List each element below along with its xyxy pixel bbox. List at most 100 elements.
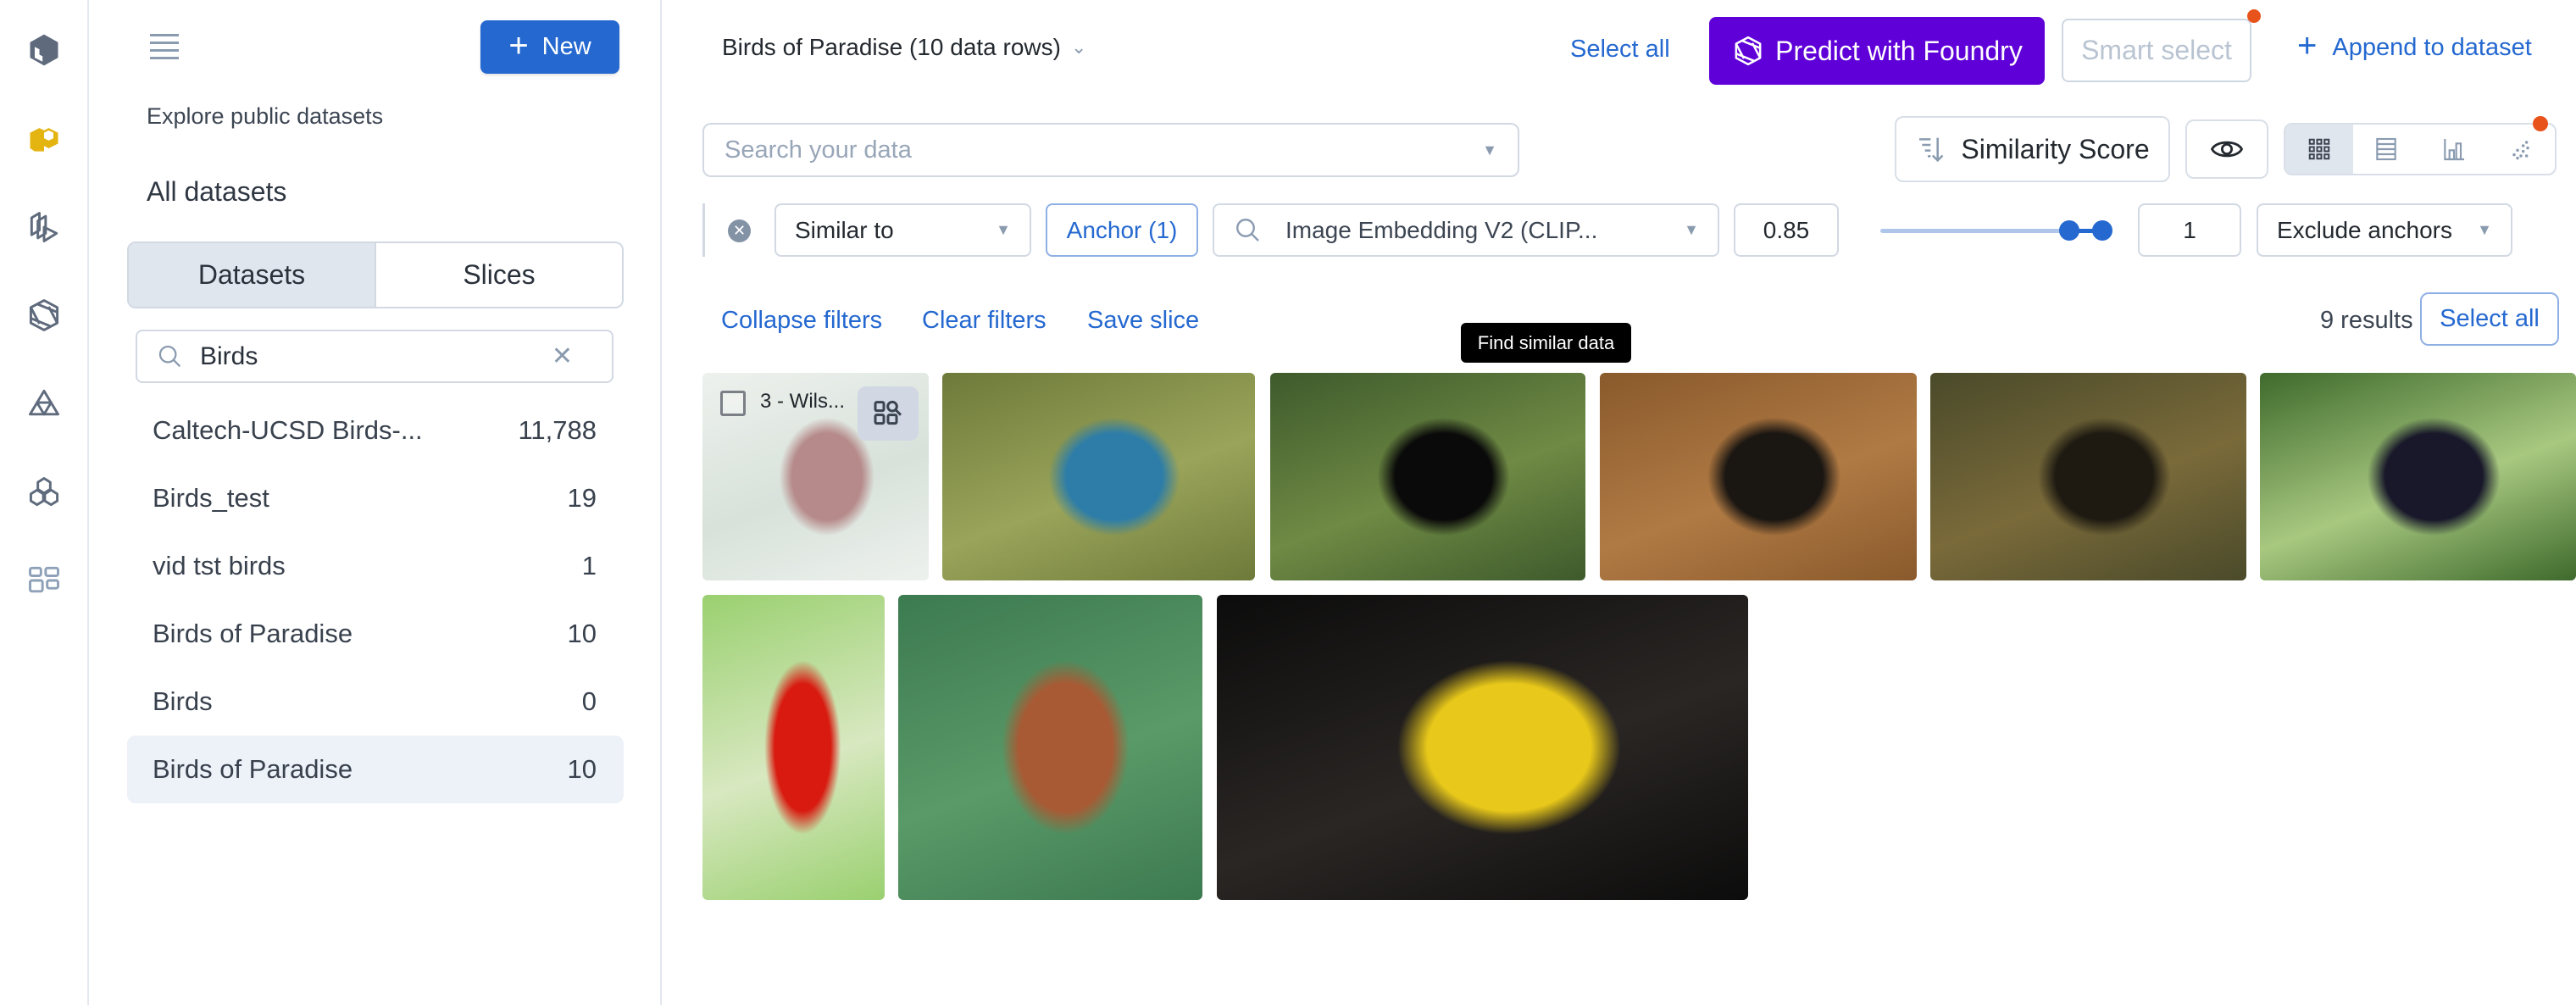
tab-datasets[interactable]: Datasets [129,243,376,307]
dataset-name: Caltech-UCSD Birds-... [153,415,423,445]
dataset-item[interactable]: Birds_test 19 [127,464,624,532]
select-checkbox[interactable] [720,391,746,416]
smart-select-button[interactable]: Smart select [2062,19,2251,82]
foundry-icon[interactable] [22,293,66,337]
similarity-filter-row: ✕ Similar to ▼ Anchor (1) Image Embeddin… [702,203,2567,257]
append-to-dataset-button[interactable]: + Append to dataset [2297,29,2532,63]
list-view-button[interactable] [2353,125,2421,174]
bird-image [702,595,885,900]
image-card[interactable] [1217,595,1748,900]
data-search[interactable]: ▼ [702,123,1519,177]
image-card[interactable] [898,595,1202,900]
min-threshold-input[interactable]: 0.85 [1734,203,1839,257]
predict-with-foundry-button[interactable]: Predict with Foundry [1709,17,2045,85]
visibility-button[interactable] [2185,119,2268,179]
dataset-name: Birds_test [153,483,269,513]
dataset-count: 11,788 [518,415,597,445]
dataset-name: Birds of Paradise [153,619,353,648]
data-search-input[interactable] [724,136,1483,164]
dataset-name: Birds of Paradise [153,754,353,784]
save-slice-link[interactable]: Save slice [1087,307,1199,335]
list-view-icon [2376,137,2396,161]
operator-select[interactable]: Similar to ▼ [774,203,1031,257]
annotation-icon[interactable] [22,205,66,249]
bird-image [942,373,1255,580]
image-card[interactable] [1930,373,2246,580]
find-similar-button[interactable] [858,386,919,441]
embedding-select[interactable]: Image Embedding V2 (CLIP... ▼ [1213,203,1719,257]
search-icon [158,345,181,367]
select-all-results-button[interactable]: Select all [2420,292,2559,346]
bird-image [1600,373,1917,580]
caret-down-icon[interactable]: ▼ [1482,142,1497,159]
caret-down-icon: ▼ [996,221,1011,238]
tab-slices[interactable]: Slices [376,243,622,307]
find-similar-tooltip: Find similar data [1461,323,1631,363]
caret-down-icon: ▼ [2477,221,2492,238]
bar-chart-icon [2444,139,2464,161]
dataset-item[interactable]: Birds of Paradise 10 [127,600,624,668]
search-icon [1236,218,1259,242]
datasets-icon[interactable] [22,117,66,161]
plus-icon: + [508,26,529,64]
image-card[interactable] [2260,373,2576,580]
dataset-list: Caltech-UCSD Birds-... 11,788 Birds_test 1… [127,397,624,803]
workflows-icon[interactable] [22,470,66,514]
header-select-all-link[interactable]: Select all [1570,36,1670,64]
explore-public-datasets-link[interactable]: Explore public datasets [147,103,383,130]
sort-descending-icon [1919,137,1944,163]
results-count: 9 results [2320,307,2413,334]
append-label: Append to dataset [2332,33,2532,61]
anchor-mode-select[interactable]: Exclude anchors ▼ [2257,203,2512,257]
anchor-mode-value: Exclude anchors [2277,216,2453,243]
operator-value: Similar to [795,216,894,243]
dataset-search-input[interactable]: Birds ✕ [136,330,613,383]
dataset-slice-toggle: Datasets Slices [127,242,624,308]
anchor-button[interactable]: Anchor (1) [1046,203,1198,257]
chevron-down-icon: ⌄ [1070,36,1087,58]
dataset-item[interactable]: Birds 0 [127,668,624,736]
dataset-count: 0 [581,686,597,716]
caret-down-icon: ▼ [1684,221,1699,238]
dataset-count: 1 [581,551,597,580]
sidebar: + New Explore public datasets All datase… [89,0,662,1005]
models-icon[interactable] [22,381,66,425]
slider-thumb-low[interactable] [2058,220,2079,241]
dataset-title-dropdown[interactable]: Birds of Paradise (10 data rows) ⌄ [722,34,1086,61]
bird-image [2260,373,2576,580]
dataset-item-selected[interactable]: Birds of Paradise 10 [127,736,624,803]
predict-button-label: Predict with Foundry [1775,35,2023,66]
image-card[interactable] [942,373,1255,580]
embedding-value: Image Embedding V2 (CLIP... [1285,216,1598,243]
image-label: 3 - Wils... [760,390,845,413]
slider-thumb-high[interactable] [2092,220,2112,241]
foundry-icon [1735,36,1762,66]
image-card[interactable] [1600,373,1917,580]
scatter-icon [2512,141,2529,160]
image-card[interactable] [1270,373,1585,580]
dataset-item[interactable]: Caltech-UCSD Birds-... 11,788 [127,397,624,464]
new-button[interactable]: + New [480,20,619,74]
image-card[interactable]: 3 - Wils... [702,373,929,580]
embedding-view-button[interactable] [2488,116,2556,174]
menu-icon[interactable] [150,34,179,59]
grid-view-button[interactable] [2285,125,2353,174]
similarity-range-slider[interactable] [1880,220,2112,241]
sort-label: Similarity Score [1961,133,2150,164]
clear-filters-link[interactable]: Clear filters [922,307,1046,335]
dataset-item[interactable]: vid tst birds 1 [127,532,624,600]
dataset-count: 10 [567,619,597,648]
dataset-search-value: Birds [200,341,258,370]
collapse-filters-link[interactable]: Collapse filters [721,307,882,335]
image-card[interactable] [702,595,885,900]
chart-view-button[interactable] [2420,125,2488,174]
apps-grid-icon[interactable] [22,558,66,602]
find-similar-icon [874,400,902,425]
remove-filter-icon[interactable]: ✕ [728,219,751,242]
max-threshold-input[interactable]: 1 [2138,203,2241,257]
sort-button[interactable]: Similarity Score [1895,116,2170,182]
clear-search-icon[interactable]: ✕ [552,341,573,371]
dataset-name: vid tst birds [153,551,286,580]
grid-view-icon [2308,138,2329,160]
home-logo-icon[interactable] [22,28,66,72]
